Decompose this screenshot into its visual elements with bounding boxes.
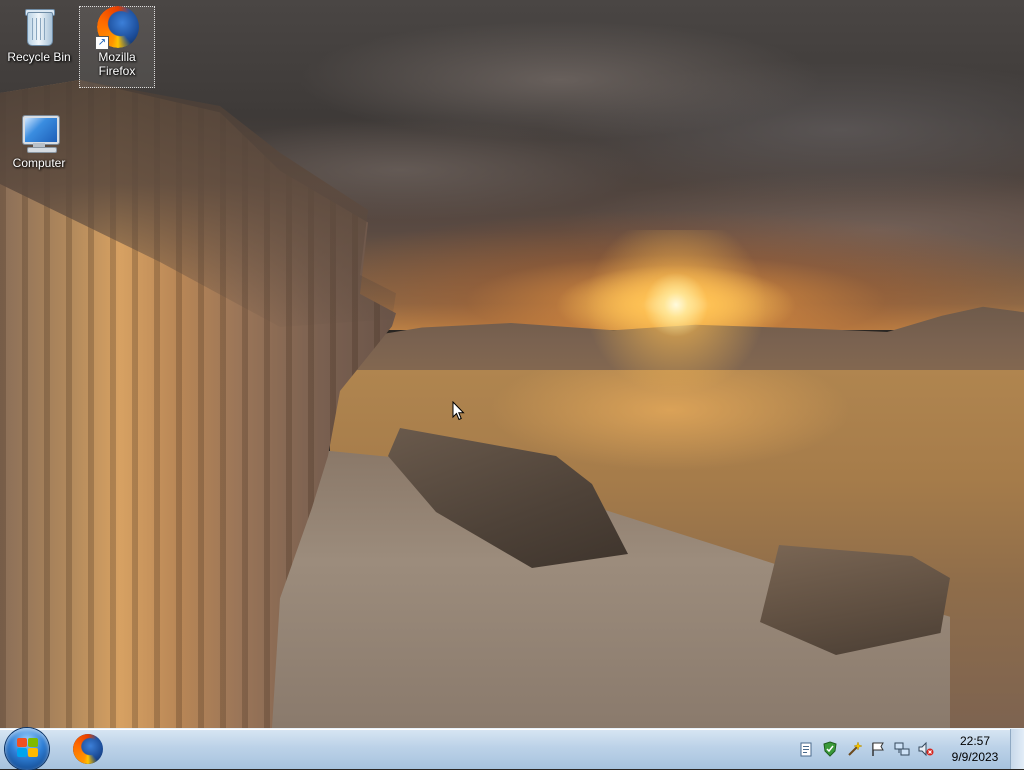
taskbar-clock[interactable]: 22:57 9/9/2023 [944, 733, 1006, 767]
desktop-icon-computer[interactable]: Computer [1, 112, 77, 170]
desktop-icon-label: Recycle Bin [7, 50, 71, 64]
show-desktop-button[interactable] [1010, 729, 1024, 769]
desktop[interactable]: Recycle Bin ↗ Mozilla Firefox Computer [0, 0, 1024, 728]
desktop-icon-label: Computer [12, 156, 66, 170]
desktop-icon-recycle-bin[interactable]: Recycle Bin [1, 6, 77, 64]
desktop-icon-firefox[interactable]: ↗ Mozilla Firefox [79, 6, 155, 88]
action-center-flag-icon[interactable] [870, 741, 886, 757]
wallpaper-sun [566, 230, 786, 450]
windows-start-orb-icon [5, 728, 49, 770]
computer-icon [19, 112, 59, 154]
mouse-cursor-icon [452, 401, 465, 421]
system-tray [792, 729, 942, 769]
taskbar: 22:57 9/9/2023 [0, 728, 1024, 770]
network-icon[interactable] [894, 741, 910, 757]
taskbar-firefox-button[interactable] [64, 731, 114, 767]
shortcut-arrow-icon: ↗ [95, 36, 109, 50]
security-shield-icon[interactable] [822, 741, 838, 757]
clock-time: 22:57 [959, 734, 991, 748]
clock-date: 9/9/2023 [951, 750, 999, 764]
clipboard-icon[interactable] [798, 741, 814, 757]
desktop-icon-label: Mozilla Firefox [98, 50, 136, 78]
volume-muted-icon[interactable] [918, 741, 934, 757]
start-button[interactable] [3, 728, 51, 770]
wand-icon[interactable] [846, 741, 862, 757]
recycle-bin-icon [19, 6, 59, 48]
firefox-icon: ↗ [95, 6, 139, 50]
